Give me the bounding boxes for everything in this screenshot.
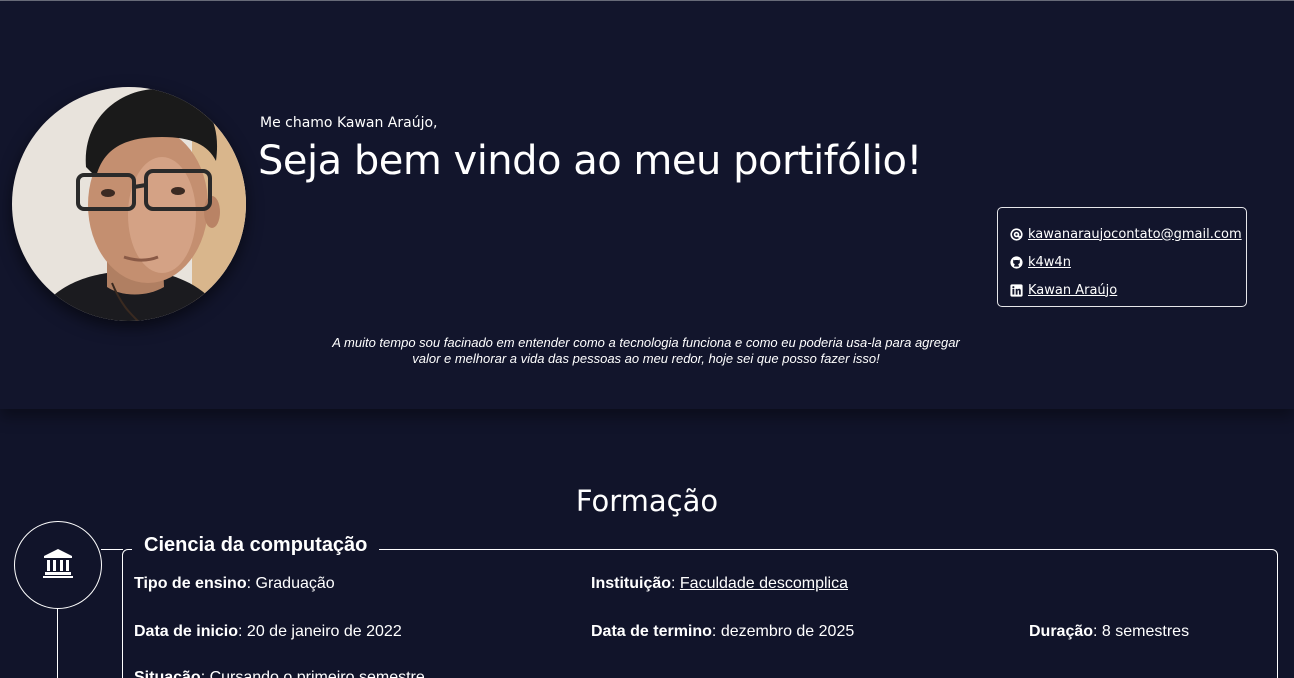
field-label: Data de termino <box>591 623 712 640</box>
education-card <box>122 549 1278 678</box>
timeline-node <box>14 521 102 609</box>
institution-link[interactable]: Faculdade descomplica <box>680 575 848 592</box>
linkedin-link[interactable]: Kawan Araújo <box>1028 283 1117 298</box>
timeline-connector <box>101 549 123 550</box>
field-value: dezembro de 2025 <box>720 623 855 640</box>
section-title-formacao: Formação <box>575 484 719 518</box>
field-label: Duração <box>1029 623 1094 640</box>
field-value: Cursando o primeiro semestre <box>209 669 425 678</box>
linkedin-icon <box>1009 283 1023 297</box>
timeline-line <box>57 608 58 678</box>
field-tipo-ensino: Tipo de ensino: Graduação <box>134 575 335 592</box>
avatar <box>12 87 246 321</box>
contact-github: k4w4n <box>1009 248 1246 276</box>
field-data-termino: Data de termino: dezembro de 2025 <box>591 623 855 640</box>
greeting-text: Me chamo Kawan Araújo, <box>260 115 438 131</box>
field-value: 8 semestres <box>1101 623 1190 640</box>
github-icon <box>1009 255 1023 269</box>
field-label: Situação <box>134 669 201 678</box>
field-data-inicio: Data de inicio: 20 de janeiro de 2022 <box>134 623 402 640</box>
at-icon <box>1009 227 1023 241</box>
bio-text: A muito tempo sou facinado em entender c… <box>332 335 960 366</box>
institution-icon <box>42 547 74 584</box>
field-duracao: Duração: 8 semestres <box>1029 623 1190 640</box>
field-value: Graduação <box>255 575 335 592</box>
contact-linkedin: Kawan Araújo <box>1009 276 1246 304</box>
field-instituicao: Instituição: Faculdade descomplica <box>591 575 848 592</box>
github-link[interactable]: k4w4n <box>1028 255 1071 270</box>
field-value: 20 de janeiro de 2022 <box>246 623 402 640</box>
contact-card: kawanaraujocontato@gmail.com k4w4n Kawan… <box>997 207 1247 307</box>
profile-photo <box>12 87 246 321</box>
contact-email: kawanaraujocontato@gmail.com <box>1009 220 1246 248</box>
field-label: Tipo de ensino <box>134 575 247 592</box>
email-link[interactable]: kawanaraujocontato@gmail.com <box>1028 227 1242 242</box>
field-label: Instituição <box>591 575 672 592</box>
hero-section: Me chamo Kawan Araújo, Seja bem vindo ao… <box>0 1 1294 409</box>
field-situacao: Situação: Cursando o primeiro semestre <box>134 668 425 678</box>
field-label: Data de inicio <box>134 623 239 640</box>
course-title: Ciencia da computação <box>132 533 380 557</box>
portfolio-page: Me chamo Kawan Araújo, Seja bem vindo ao… <box>0 0 1294 678</box>
page-headline: Seja bem vindo ao meu portifólio! <box>258 138 922 184</box>
